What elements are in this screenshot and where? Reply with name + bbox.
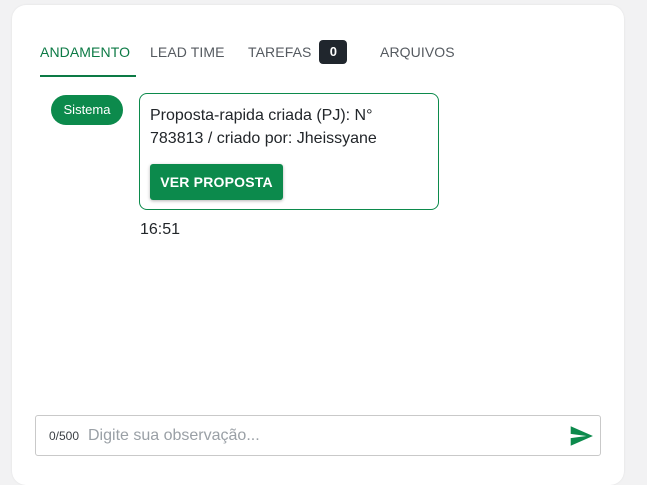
tab-bar: ANDAMENTO LEAD TIME TAREFAS 0 ARQUIVOS xyxy=(34,31,624,77)
view-proposal-button[interactable]: VER PROPOSTA xyxy=(150,164,283,200)
message-bubble: Proposta-rapida criada (PJ): N° 783813 /… xyxy=(139,93,439,210)
message-time: 16:51 xyxy=(140,221,181,238)
tab-tarefas[interactable]: TAREFAS 0 xyxy=(248,31,348,77)
character-counter: 0/500 xyxy=(49,429,80,443)
tab-arquivos[interactable]: ARQUIVOS xyxy=(380,31,455,77)
activity-card: ANDAMENTO LEAD TIME TAREFAS 0 ARQUIVOS Si… xyxy=(12,5,624,485)
tab-andamento[interactable]: ANDAMENTO xyxy=(40,31,137,77)
message-text: Proposta-rapida criada (PJ): N° 783813 /… xyxy=(150,107,377,147)
tab-label: ANDAMENTO xyxy=(40,44,131,60)
tab-label: TAREFAS xyxy=(248,44,312,60)
tab-label: ARQUIVOS xyxy=(380,44,455,60)
observation-input[interactable] xyxy=(88,422,558,450)
tab-label: LEAD TIME xyxy=(150,44,225,60)
send-icon[interactable] xyxy=(568,423,594,449)
tab-lead-time[interactable]: LEAD TIME xyxy=(150,31,225,77)
observation-composer: 0/500 xyxy=(35,415,601,456)
sender-badge: Sistema xyxy=(51,95,123,125)
tasks-count-badge: 0 xyxy=(319,40,348,64)
